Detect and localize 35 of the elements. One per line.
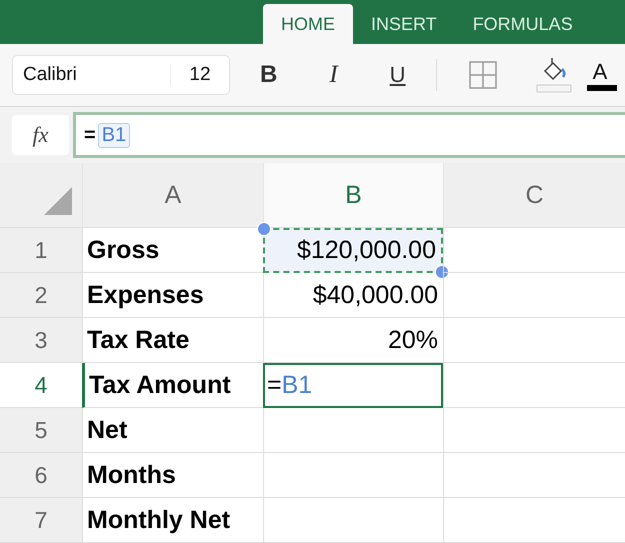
column-header[interactable]: C xyxy=(443,163,625,228)
formula-field[interactable]: = B1 xyxy=(73,112,625,158)
fill-color-icon[interactable] xyxy=(534,57,573,93)
table-cell: =B1 xyxy=(263,363,443,408)
bold-button[interactable]: B xyxy=(254,61,284,89)
font-size[interactable]: 12 xyxy=(170,64,229,86)
italic-button[interactable]: I xyxy=(323,61,344,89)
table-cell: Expenses xyxy=(82,273,263,318)
table-cell: Monthly Net xyxy=(82,498,263,543)
ribbon-tab[interactable]: INSERT xyxy=(353,4,455,44)
borders-icon[interactable] xyxy=(468,61,497,89)
row-header[interactable]: 7 xyxy=(0,498,82,543)
selection-handle[interactable] xyxy=(435,265,449,279)
column-header[interactable]: B xyxy=(263,163,443,228)
row-header[interactable]: 2 xyxy=(0,273,82,318)
column-header[interactable]: A xyxy=(82,163,263,228)
table-cell: $40,000.00 xyxy=(263,273,443,318)
row-header[interactable]: 6 xyxy=(0,453,82,498)
selection-handle[interactable] xyxy=(257,222,271,236)
row-header[interactable]: 1 xyxy=(0,228,82,273)
ribbon-tab[interactable]: HOME xyxy=(263,4,353,44)
select-all-icon[interactable] xyxy=(44,187,72,215)
font-color-button[interactable]: A xyxy=(586,59,618,91)
function-button[interactable]: fx xyxy=(12,115,69,155)
font-picker[interactable]: Calibri 12 xyxy=(12,55,230,95)
row-header[interactable]: 5 xyxy=(0,408,82,453)
table-cell: Tax Rate xyxy=(82,318,263,363)
font-name[interactable]: Calibri xyxy=(13,64,170,86)
table-cell: 20% xyxy=(263,318,443,363)
row-header[interactable]: 3 xyxy=(0,318,82,363)
table-cell: Net xyxy=(82,408,263,453)
ribbon-tab[interactable]: FORMULAS xyxy=(454,4,591,44)
table-cell: Tax Amount xyxy=(82,363,263,408)
table-cell: Months xyxy=(82,453,263,498)
underline-button[interactable]: U xyxy=(384,62,412,88)
